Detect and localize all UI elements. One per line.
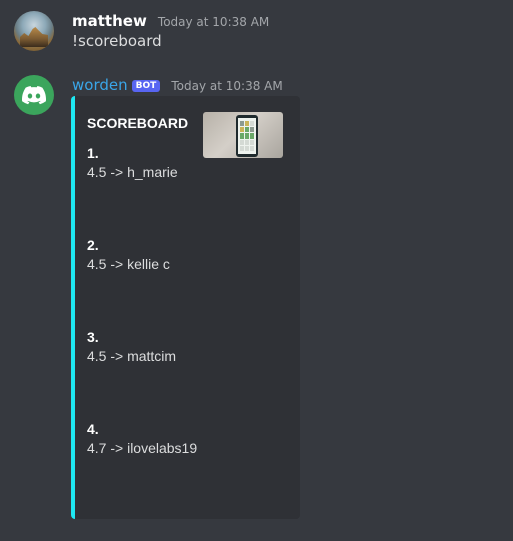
scoreboard-embed: SCOREBOARD 1. 4.5 -> h_marie 2. 4.5 -> k… xyxy=(71,96,300,519)
entry-value: 4.5 -> h_marie xyxy=(87,164,178,180)
timestamp: Today at 10:38 AM xyxy=(171,79,283,93)
message-content: !scoreboard xyxy=(72,32,162,50)
scoreboard-entry: 4. 4.7 -> ilovelabs19 xyxy=(87,421,197,456)
username[interactable]: matthew xyxy=(72,12,147,30)
entry-rank: 3. xyxy=(87,329,99,345)
entry-value: 4.5 -> mattcim xyxy=(87,348,177,364)
scoreboard-entry: 1. 4.5 -> h_marie xyxy=(87,145,178,180)
bot-tag: BOT xyxy=(131,80,161,92)
message-header: worden BOT Today at 10:38 AM xyxy=(72,75,283,94)
entry-rank: 2. xyxy=(87,237,99,253)
entry-rank: 1. xyxy=(87,145,99,161)
message-header: matthew Today at 10:38 AM xyxy=(72,11,269,30)
scoreboard-entry: 3. 4.5 -> mattcim xyxy=(87,329,176,364)
timestamp: Today at 10:38 AM xyxy=(157,15,270,29)
entry-value: 4.5 -> kellie c xyxy=(87,256,170,272)
entry-rank: 4. xyxy=(87,421,99,437)
entry-value: 4.7 -> ilovelabs19 xyxy=(87,440,198,456)
username[interactable]: worden xyxy=(72,76,128,94)
user-avatar[interactable] xyxy=(14,11,54,51)
discord-logo-icon[interactable] xyxy=(14,75,54,115)
phone-image xyxy=(236,115,258,157)
scoreboard-entry: 2. 4.5 -> kellie c xyxy=(87,237,170,272)
embed-thumbnail[interactable] xyxy=(203,112,283,158)
embed-title: SCOREBOARD xyxy=(87,115,189,131)
